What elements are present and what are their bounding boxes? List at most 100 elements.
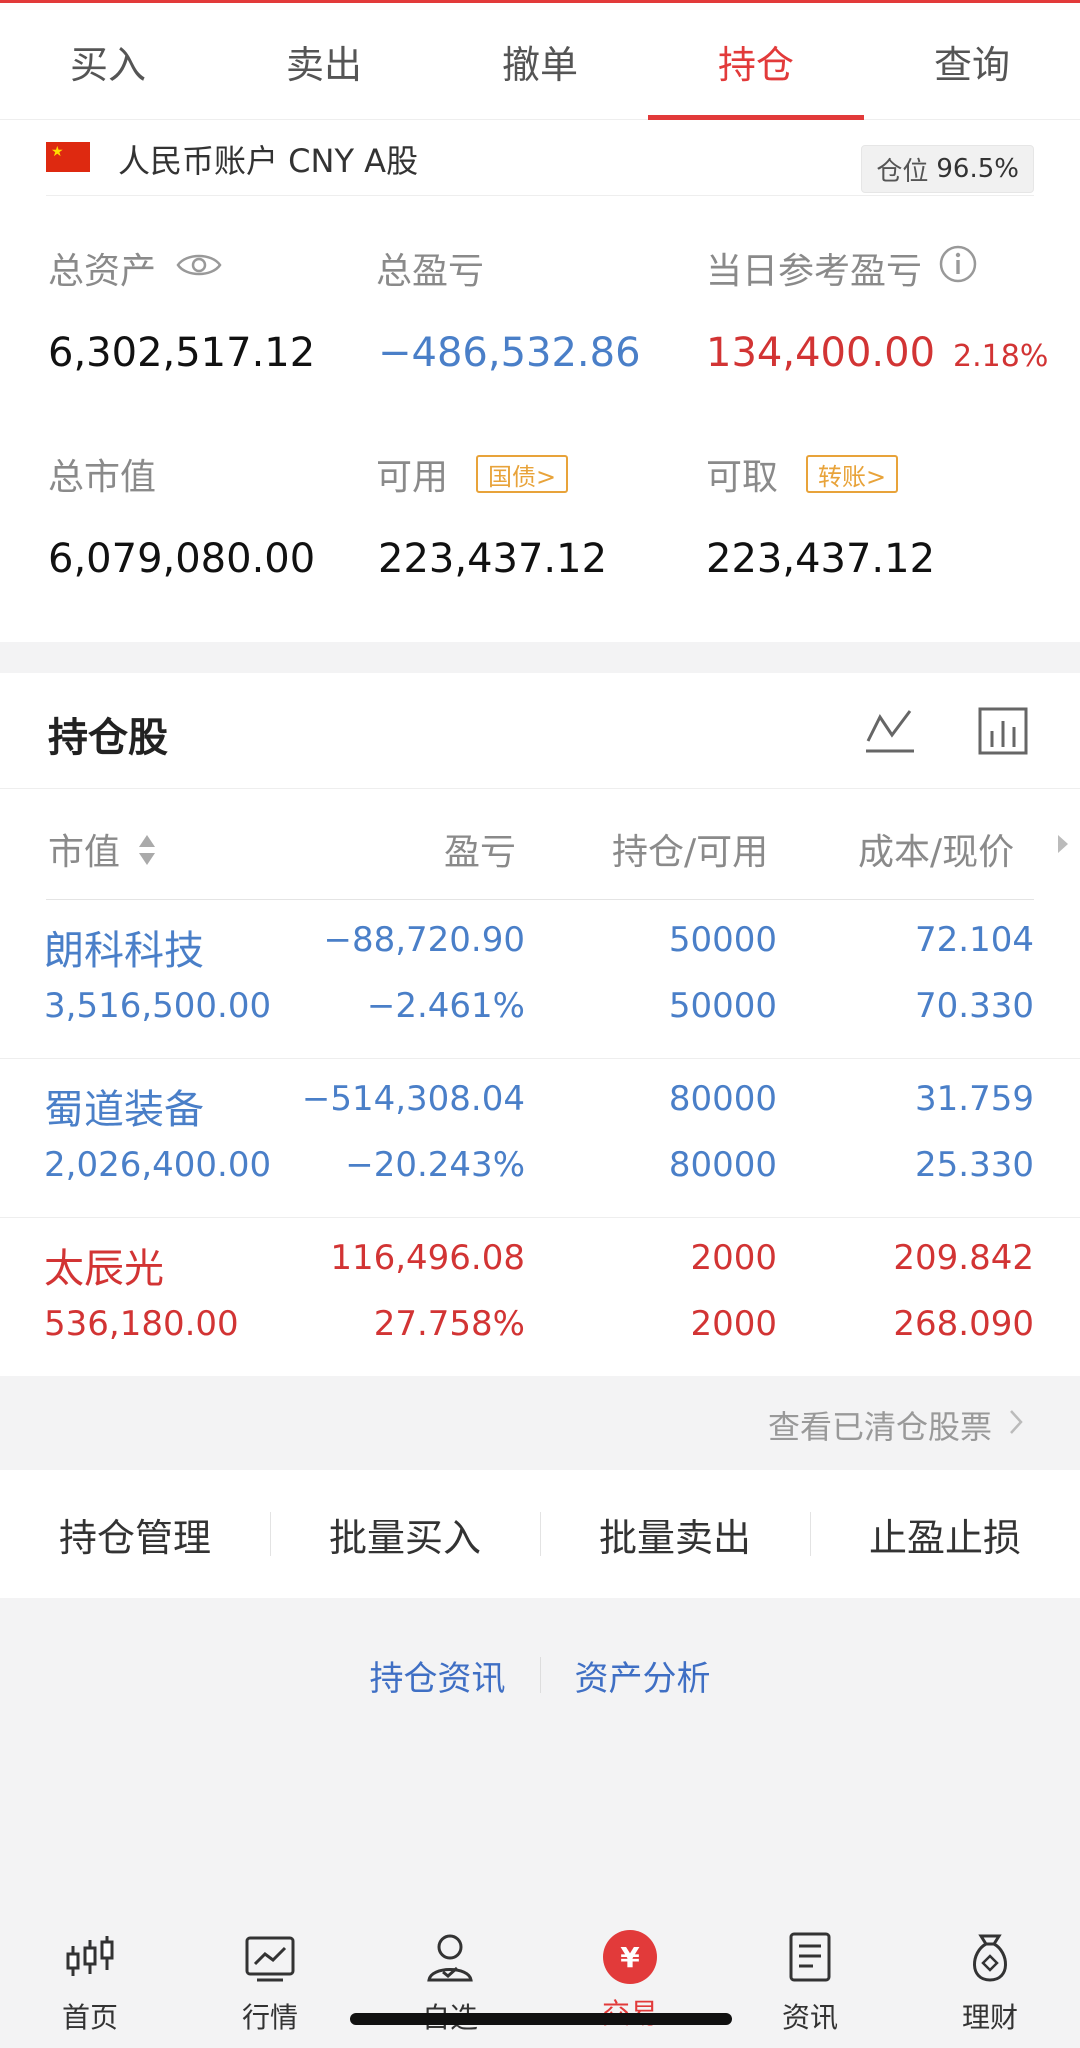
column-market-value[interactable]: 市值 [48, 823, 157, 876]
stock-name: 太辰光 [44, 1246, 164, 1292]
account-summary: ★ 人民币账户 CNY A股 仓位 96.5% 总资产 总盈亏 当日参考盈亏 6… [0, 120, 1080, 642]
stock-price: 268.090 [893, 1304, 1034, 1344]
tab-buy[interactable]: 买入 [0, 3, 216, 120]
stock-pl: −514,308.04 [301, 1079, 525, 1119]
stock-market-value: 3,516,500.00 [44, 986, 272, 1026]
nav-market[interactable]: 行情 [180, 1910, 360, 2048]
stock-pl: 116,496.08 [330, 1238, 525, 1278]
stock-cost: 209.842 [893, 1238, 1034, 1278]
chart-icon [243, 1930, 297, 1988]
nav-home-label: 首页 [61, 2001, 118, 2034]
stock-position: 80000 [668, 1079, 777, 1119]
table-row[interactable]: 太辰光 536,180.00 116,496.08 27.758% 2000 2… [0, 1218, 1080, 1377]
batch-sell-button[interactable]: 批量卖出 [540, 1470, 810, 1598]
info-icon[interactable] [938, 244, 978, 293]
column-cost-price: 成本/现价 [858, 832, 1015, 873]
stock-cost: 72.104 [915, 920, 1034, 960]
take-profit-stop-loss-button[interactable]: 止盈止损 [810, 1470, 1080, 1598]
stock-available: 2000 [690, 1304, 777, 1344]
total-assets-value: 6,302,517.12 [48, 330, 316, 376]
stock-available: 80000 [668, 1145, 777, 1185]
table-row[interactable]: 蜀道装备 2,026,400.00 −514,308.04 −20.243% 8… [0, 1059, 1080, 1218]
asset-analysis-link[interactable]: 资产分析 [541, 1651, 745, 1700]
total-assets-label-text: 总资产 [48, 251, 157, 292]
day-pl-label: 当日参考盈亏 [706, 242, 978, 294]
account-name: 人民币账户 CNY A股 [118, 142, 419, 180]
table-row[interactable]: 朗科科技 3,516,500.00 −88,720.90 −2.461% 500… [0, 900, 1080, 1059]
position-value: 96.5% [936, 154, 1019, 184]
candlestick-icon [63, 1930, 117, 1988]
stock-available: 50000 [668, 986, 777, 1026]
day-pl-value: 134,400.00 [706, 330, 936, 376]
holdings-news-link[interactable]: 持仓资讯 [336, 1651, 540, 1700]
available-value: 223,437.12 [378, 536, 608, 582]
day-pl-group: 134,400.00 2.18% [706, 330, 1048, 376]
position-management-button[interactable]: 持仓管理 [0, 1470, 270, 1598]
bond-tag-button[interactable]: 国债> [476, 455, 569, 493]
market-value-value: 6,079,080.00 [48, 536, 316, 582]
position-ratio-badge: 仓位 96.5% [861, 145, 1034, 193]
trade-tabs: 买入 卖出 撤单 持仓 查询 [0, 3, 1080, 120]
tab-holdings[interactable]: 持仓 [648, 3, 864, 120]
holdings-column-header: 市值 盈亏 持仓/可用 成本/现价 [0, 789, 1080, 901]
nav-watchlist[interactable]: 自选 [360, 1910, 540, 2048]
cleared-stocks-link[interactable]: 查看已清仓股票 [768, 1402, 1024, 1448]
withdrawable-label-group: 可取 转账> [706, 448, 899, 500]
stock-price: 25.330 [915, 1145, 1034, 1185]
transfer-tag-button[interactable]: 转账> [806, 455, 899, 493]
nav-home[interactable]: 首页 [0, 1910, 180, 2048]
chevron-right-icon [1008, 1406, 1024, 1444]
tab-sell[interactable]: 卖出 [216, 3, 432, 120]
stock-pl-percent: −2.461% [366, 986, 525, 1026]
holdings-header: 持仓股 [0, 673, 1080, 789]
yuan-icon: ¥ [603, 1930, 657, 1984]
nav-news[interactable]: 资讯 [720, 1910, 900, 2048]
stock-position: 2000 [690, 1238, 777, 1278]
china-flag-icon: ★ [46, 142, 90, 172]
column-position: 持仓/可用 [612, 832, 769, 873]
document-icon [783, 1930, 837, 1988]
batch-buy-button[interactable]: 批量买入 [270, 1470, 540, 1598]
stock-pl-percent: 27.758% [373, 1304, 525, 1344]
sort-icon [137, 833, 157, 876]
stock-price: 70.330 [915, 986, 1034, 1026]
bar-chart-icon[interactable] [976, 703, 1032, 763]
nav-wealth-label: 理财 [961, 2001, 1018, 2034]
nav-market-label: 行情 [241, 2001, 298, 2034]
day-pl-percent: 2.18% [953, 339, 1049, 374]
bottom-links: 持仓资讯 资产分析 [0, 1640, 1080, 1710]
stock-pl: −88,720.90 [323, 920, 525, 960]
moneybag-icon [963, 1930, 1017, 1988]
nav-trade[interactable]: ¥ 交易 [540, 1910, 720, 2048]
total-pl-value: −486,532.86 [378, 330, 641, 376]
holdings-actions: 持仓管理 批量买入 批量卖出 止盈止损 [0, 1470, 1080, 1598]
holdings-title: 持仓股 [48, 715, 168, 761]
home-indicator[interactable] [350, 2013, 732, 2025]
nav-news-label: 资讯 [781, 2001, 838, 2034]
person-icon [423, 1930, 477, 1988]
day-pl-label-text: 当日参考盈亏 [706, 251, 923, 292]
stock-market-value: 536,180.00 [44, 1304, 239, 1344]
available-label-group: 可用 国债> [376, 448, 569, 500]
withdrawable-value: 223,437.12 [706, 536, 936, 582]
nav-trade-label: 交易 [602, 1992, 658, 2032]
stock-market-value: 2,026,400.00 [44, 1145, 272, 1185]
total-pl-label: 总盈亏 [376, 251, 485, 292]
stock-position: 50000 [668, 920, 777, 960]
trend-line-icon[interactable] [862, 703, 918, 763]
position-label: 仓位 [876, 156, 929, 187]
stock-name: 朗科科技 [44, 928, 204, 974]
eye-icon[interactable] [176, 248, 222, 289]
account-row[interactable]: ★ 人民币账户 CNY A股 仓位 96.5% [46, 120, 1034, 196]
scroll-right-icon[interactable] [1056, 833, 1070, 859]
bottom-navigation: 首页 行情 自选 ¥ 交易 资讯 理财 [0, 1910, 1080, 2048]
cleared-stocks-bar: 查看已清仓股票 [0, 1376, 1080, 1470]
stock-pl-percent: −20.243% [345, 1145, 525, 1185]
tab-cancel[interactable]: 撤单 [432, 3, 648, 120]
holdings-section: 持仓股 市值 盈亏 持仓/可用 成本/现价 朗科科技 3,516,500.00 … [0, 673, 1080, 1376]
nav-wealth[interactable]: 理财 [900, 1910, 1080, 2048]
column-market-value-label: 市值 [48, 832, 121, 873]
tab-query[interactable]: 查询 [864, 3, 1080, 120]
column-pl: 盈亏 [444, 832, 517, 873]
stock-name: 蜀道装备 [44, 1087, 204, 1133]
